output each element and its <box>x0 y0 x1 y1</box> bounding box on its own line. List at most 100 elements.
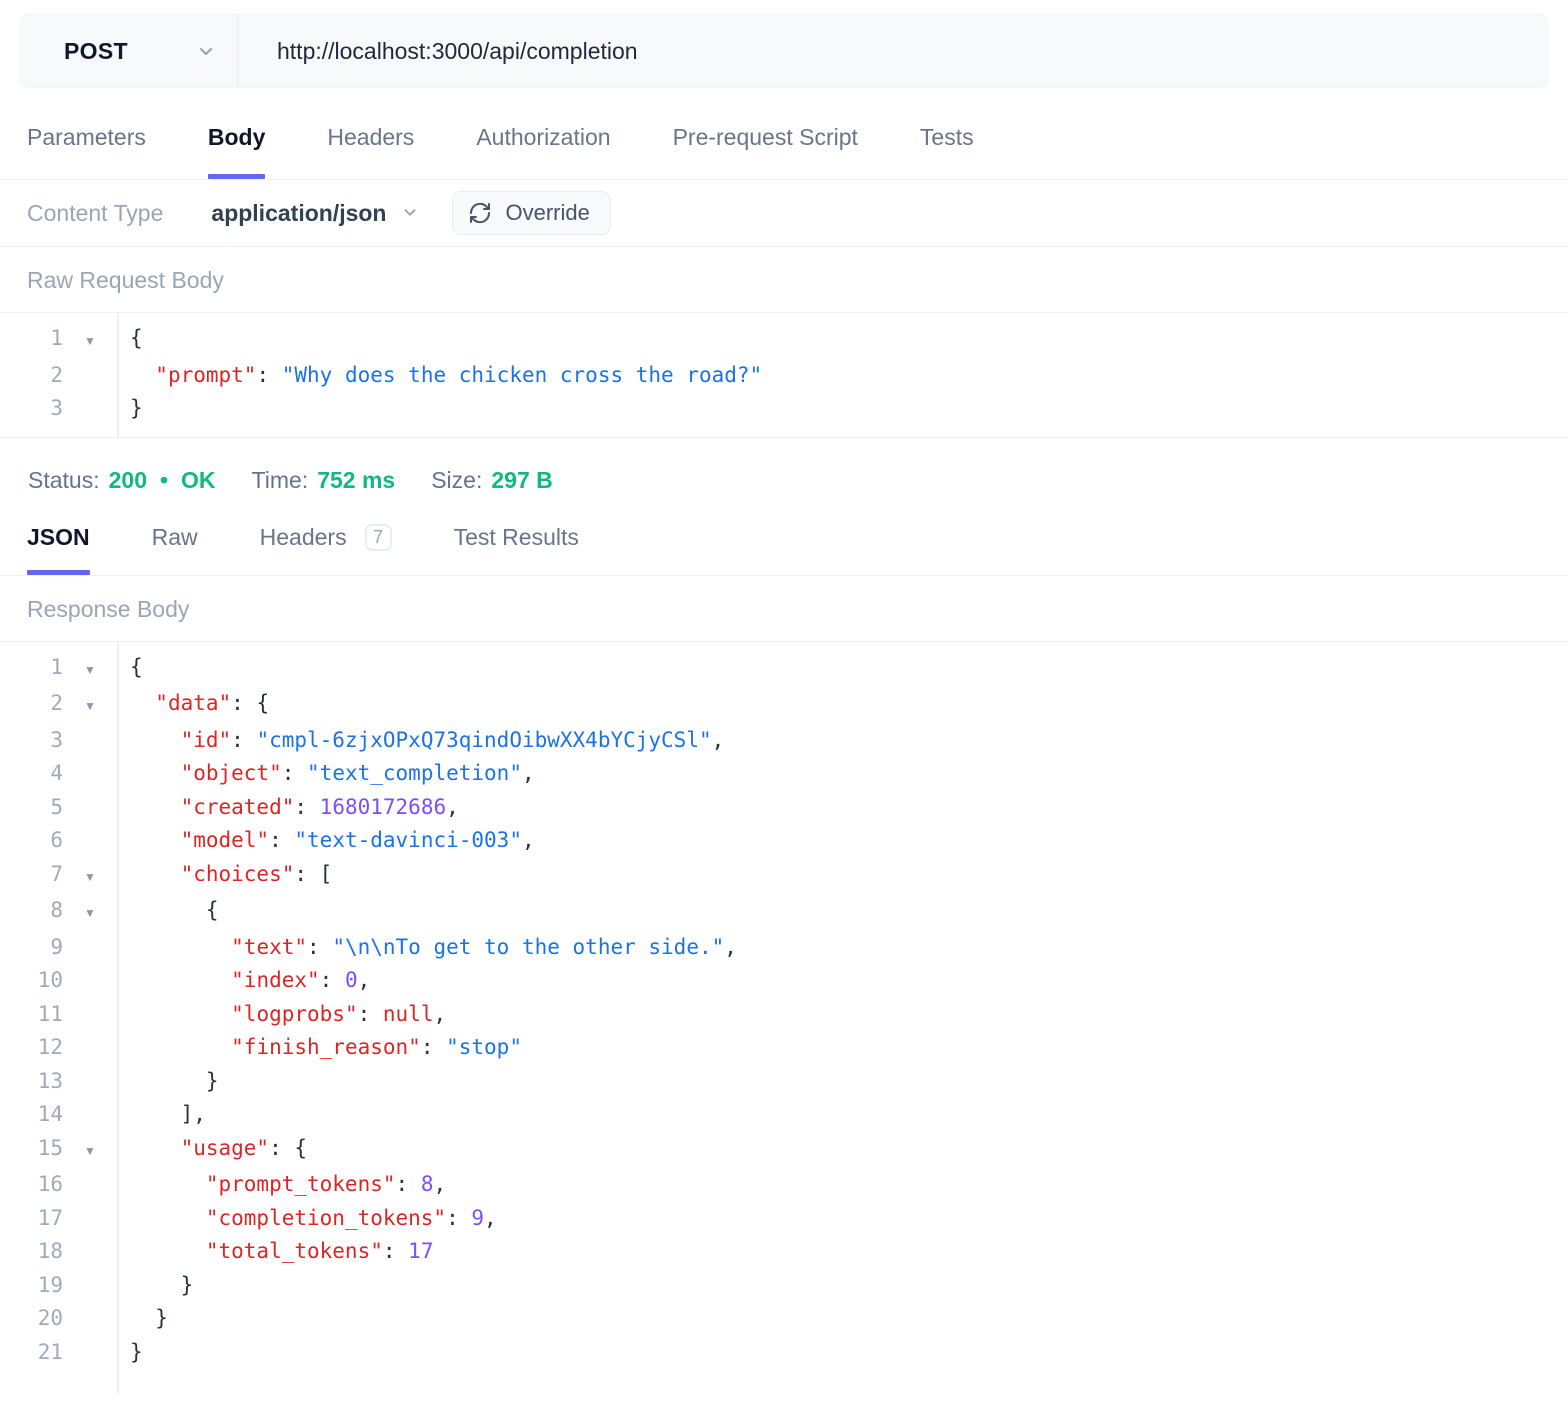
line-number: 11 <box>37 1001 63 1026</box>
tab-parameters[interactable]: Parameters <box>27 124 146 179</box>
code-content: { <box>130 326 143 350</box>
code-content: } <box>130 1272 194 1297</box>
code-content: ], <box>130 1102 206 1126</box>
code-line: 7 ▼ "choices": [ <box>0 858 1568 895</box>
status-dot: • <box>159 467 169 493</box>
line-number: 4 <box>50 761 63 785</box>
refresh-icon <box>468 201 492 225</box>
line-number: 3 <box>50 727 63 752</box>
code-content: "object": "text_completion", <box>180 761 535 785</box>
code-line: 3} <box>0 392 1568 426</box>
line-number: 6 <box>50 828 63 852</box>
line-number: 8 <box>50 898 63 922</box>
method-label: POST <box>64 37 128 64</box>
line-number: 17 <box>37 1205 63 1230</box>
code-line: 10 "index": 0, <box>0 964 1568 998</box>
gutter-divider <box>117 313 119 437</box>
code-line: 14 ], <box>0 1098 1568 1132</box>
code-line: 19 } <box>0 1269 1568 1303</box>
response-tabs: JSON Raw Headers 7 Test Results <box>0 523 1568 576</box>
tab-response-headers-label: Headers <box>259 523 347 550</box>
chevron-down-icon <box>400 202 422 224</box>
tab-authorization[interactable]: Authorization <box>476 124 610 179</box>
content-type-select[interactable]: application/json <box>211 200 422 227</box>
code-line: 18 "total_tokens": 17 <box>0 1235 1568 1269</box>
code-content: "text": "\n\nTo get to the other side.", <box>231 934 737 959</box>
fold-arrow-icon[interactable]: ▼ <box>63 654 117 688</box>
code-line: 5 "created": 1680172686, <box>0 791 1568 825</box>
line-number: 7 <box>50 861 63 886</box>
request-body-editor[interactable]: 1 ▼ {2 "prompt": "Why does the chicken cro… <box>0 313 1568 438</box>
tab-body[interactable]: Body <box>207 124 265 179</box>
code-content: } <box>130 1068 219 1093</box>
line-number: 13 <box>37 1068 63 1093</box>
method-selector[interactable]: POST <box>21 15 239 87</box>
tab-json[interactable]: JSON <box>27 524 90 575</box>
status-group: Status: 200 • OK <box>28 467 216 494</box>
code-line: 4 "object": "text_completion", <box>0 757 1568 791</box>
code-line: 20 } <box>0 1302 1568 1336</box>
request-body-heading: Raw Request Body <box>0 247 1568 313</box>
code-line: 3 "id": "cmpl-6zjxOPxQ73qindOibwXX4bYCjy… <box>0 724 1568 758</box>
line-number: 18 <box>37 1239 63 1263</box>
time-group: Time: 752 ms <box>252 467 396 494</box>
code-line: 21} <box>0 1336 1568 1370</box>
line-number: 14 <box>37 1102 63 1126</box>
code-content: { <box>130 654 143 679</box>
size-label: Size: <box>431 467 483 493</box>
tab-response-headers[interactable]: Headers 7 <box>259 523 392 575</box>
tab-headers[interactable]: Headers <box>327 124 414 179</box>
code-line: 12 "finish_reason": "stop" <box>0 1031 1568 1065</box>
request-url-bar: POST http://localhost:3000/api/completio… <box>20 14 1548 88</box>
override-label: Override <box>505 200 590 225</box>
code-content: "created": 1680172686, <box>180 794 459 819</box>
code-line: 1 ▼ { <box>0 322 1568 359</box>
code-line: 13 } <box>0 1065 1568 1099</box>
line-number: 10 <box>37 968 63 992</box>
response-body-heading: Response Body <box>0 576 1568 642</box>
fold-arrow-icon[interactable]: ▼ <box>63 897 117 931</box>
code-content: } <box>130 1306 168 1330</box>
code-line: 1 ▼ { <box>0 651 1568 688</box>
status-label: Status: <box>28 467 100 493</box>
line-number: 2 <box>50 362 63 387</box>
code-content: "prompt": "Why does the chicken cross th… <box>155 362 763 387</box>
code-line: 9 "text": "\n\nTo get to the other side.… <box>0 931 1568 965</box>
tab-test-results[interactable]: Test Results <box>454 524 579 575</box>
content-type-label: Content Type <box>27 199 164 226</box>
tab-tests[interactable]: Tests <box>920 124 974 179</box>
override-button[interactable]: Override <box>452 191 611 235</box>
time-value: 752 ms <box>317 467 396 493</box>
response-body-editor[interactable]: 1 ▼{2 ▼ "data": {3 "id": "cmpl-6zjxOPxQ73q… <box>0 641 1568 1394</box>
fold-arrow-icon[interactable]: ▼ <box>63 325 117 359</box>
chevron-down-icon <box>195 40 217 62</box>
status-text: OK <box>181 467 216 493</box>
code-content: "finish_reason": "stop" <box>231 1035 522 1059</box>
code-line: 16 "prompt_tokens": 8, <box>0 1168 1568 1202</box>
code-content: "id": "cmpl-6zjxOPxQ73qindOibwXX4bYCjyCS… <box>180 727 725 752</box>
content-type-row: Content Type application/json Override <box>0 180 1568 247</box>
code-content: { <box>130 898 219 922</box>
code-line: 15 ▼ "usage": { <box>0 1132 1568 1169</box>
tab-pre-request-script[interactable]: Pre-request Script <box>673 124 858 179</box>
status-code: 200 <box>108 467 147 493</box>
line-number: 15 <box>37 1135 63 1160</box>
line-number: 16 <box>37 1172 63 1196</box>
fold-arrow-icon[interactable]: ▼ <box>63 690 117 724</box>
line-number: 19 <box>37 1272 63 1297</box>
code-content: "total_tokens": 17 <box>205 1239 434 1263</box>
code-content: "prompt_tokens": 8, <box>205 1172 447 1196</box>
code-line: 2 ▼ "data": { <box>0 687 1568 724</box>
gutter-divider <box>117 641 119 1394</box>
code-content: } <box>130 1339 143 1364</box>
tab-raw[interactable]: Raw <box>152 524 198 575</box>
fold-arrow-icon[interactable]: ▼ <box>63 861 117 895</box>
fold-arrow-icon[interactable]: ▼ <box>63 1135 117 1169</box>
line-number: 2 <box>50 691 63 715</box>
code-content: "completion_tokens": 9, <box>205 1205 497 1230</box>
code-content: "data": { <box>155 691 270 715</box>
url-input[interactable]: http://localhost:3000/api/completion <box>239 38 638 65</box>
line-number: 21 <box>37 1339 63 1364</box>
line-number: 9 <box>50 934 63 959</box>
code-content: "usage": { <box>180 1135 308 1160</box>
